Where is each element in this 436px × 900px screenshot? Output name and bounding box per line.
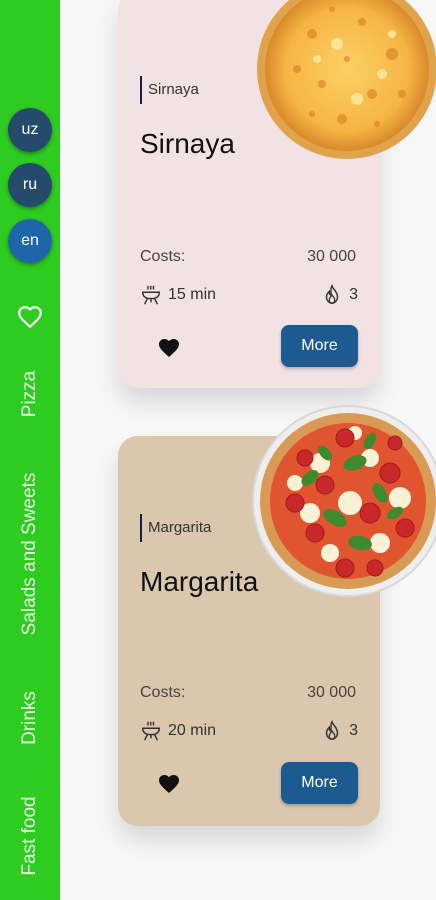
spice-level: 3 <box>321 284 358 306</box>
card-tag: Margarita <box>140 514 211 542</box>
category-drinks[interactable]: Drinks <box>19 691 41 745</box>
card-tag: Sirnaya <box>140 76 199 104</box>
category-pizza[interactable]: Pizza <box>19 371 41 417</box>
spice-value: 3 <box>349 286 358 303</box>
cost-value: 30 000 <box>307 684 356 701</box>
flame-icon <box>325 284 339 304</box>
category-fast-food[interactable]: Fast food <box>19 796 41 875</box>
spice-value: 3 <box>349 722 358 739</box>
lang-en-button[interactable]: en <box>8 219 52 263</box>
card-title: Sirnaya <box>140 128 235 159</box>
margherita-pizza-image <box>252 405 436 597</box>
spice-level: 3 <box>321 720 358 742</box>
heart-outline-icon[interactable] <box>17 304 43 330</box>
cook-time-text: 20 min <box>168 722 217 739</box>
cost-value: 30 000 <box>307 248 356 265</box>
cook-time: 20 min <box>140 720 216 742</box>
grill-icon <box>142 721 160 741</box>
lang-ru-button[interactable]: ru <box>8 163 52 207</box>
cook-time: 15 min <box>140 284 216 306</box>
cost-label: Costs: <box>140 684 186 701</box>
grill-icon <box>142 285 160 305</box>
sidebar: uz ru en Pizza Salads and Sweets Drinks … <box>0 0 60 900</box>
more-button[interactable]: More <box>281 325 358 367</box>
lang-uz-button[interactable]: uz <box>8 108 52 152</box>
cost-label: Costs: <box>140 248 186 265</box>
cheese-pizza-image <box>257 0 436 159</box>
heart-icon[interactable] <box>156 336 182 360</box>
flame-icon <box>325 720 339 740</box>
card-title: Margarita <box>140 566 259 597</box>
category-salads-sweets[interactable]: Salads and Sweets <box>19 473 41 636</box>
heart-icon[interactable] <box>156 772 182 796</box>
cook-time-text: 15 min <box>168 286 217 303</box>
more-button[interactable]: More <box>281 762 358 804</box>
